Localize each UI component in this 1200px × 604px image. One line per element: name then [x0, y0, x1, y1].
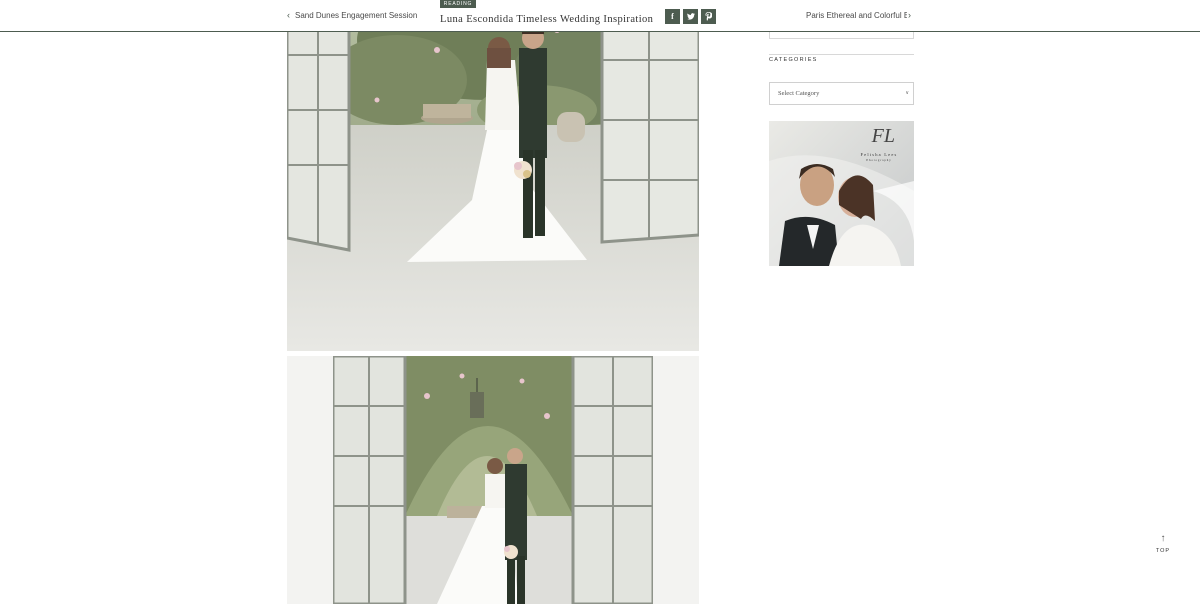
category-select-value: Select Category — [778, 90, 820, 97]
twitter-share-button[interactable] — [683, 9, 698, 24]
arrow-up-icon: ↑ — [1160, 533, 1166, 544]
back-to-top-button[interactable]: ↑ Top — [1153, 533, 1173, 555]
wedding-photo-1 — [287, 0, 699, 351]
wedding-photo-1-image — [287, 0, 699, 351]
twitter-icon — [686, 13, 695, 20]
previous-post-title: Sand Dunes Engagement Session — [295, 10, 418, 20]
chevron-right-icon: › — [908, 10, 911, 20]
facebook-icon: f — [671, 12, 674, 21]
pinterest-icon — [705, 12, 713, 21]
category-select[interactable]: Select Category ∨ — [769, 82, 914, 105]
categories-widget-title: Categories — [769, 57, 818, 63]
next-post-title: Paris Ethereal and Colorful Boho — [806, 10, 907, 20]
ad-brand-subtitle: Photography — [866, 158, 892, 162]
wedding-photo-2 — [287, 356, 699, 604]
chevron-left-icon: ‹ — [287, 10, 290, 20]
widget-divider — [769, 54, 914, 55]
sticky-post-header: ‹ Sand Dunes Engagement Session Reading … — [0, 0, 1200, 32]
photographer-ad-banner[interactable]: FL Felisha Lees Photography — [769, 121, 914, 266]
next-post-link[interactable]: Paris Ethereal and Colorful Boho › — [806, 10, 915, 20]
current-post-title: Luna Escondida Timeless Wedding Inspirat… — [440, 14, 654, 25]
ad-monogram: FL — [871, 125, 895, 147]
previous-post-link[interactable]: ‹ Sand Dunes Engagement Session — [287, 10, 417, 20]
wedding-photo-2-image — [287, 356, 699, 604]
pinterest-share-button[interactable] — [701, 9, 716, 24]
ad-brand-name: Felisha Lees Photography — [847, 152, 911, 162]
facebook-share-button[interactable]: f — [665, 9, 680, 24]
back-to-top-label: Top — [1155, 548, 1171, 554]
ad-brand-title: Felisha Lees — [860, 152, 898, 157]
reading-badge: Reading — [440, 0, 476, 8]
chevron-down-icon: ∨ — [905, 90, 909, 96]
